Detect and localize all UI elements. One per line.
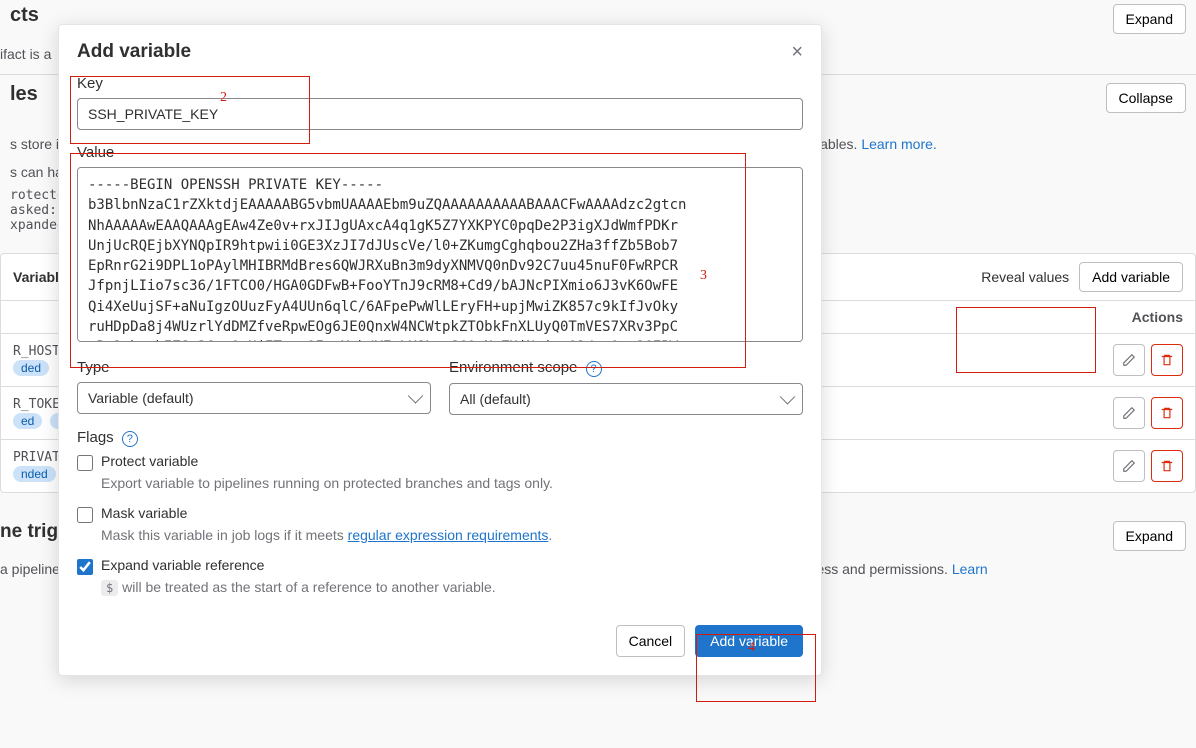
env-scope-label-text: Environment scope <box>449 359 577 376</box>
mask-checkbox[interactable] <box>77 507 93 523</box>
value-textarea[interactable] <box>77 167 803 342</box>
mask-desc-prefix: Mask this variable in job logs if it mee… <box>101 527 348 543</box>
key-input[interactable] <box>77 98 803 130</box>
expand-desc-text: will be treated as the start of a refere… <box>118 579 495 595</box>
expand-checkbox[interactable] <box>77 559 93 575</box>
protect-checkbox[interactable] <box>77 455 93 471</box>
env-scope-select[interactable]: All (default) <box>449 383 803 415</box>
mask-regex-link[interactable]: regular expression requirements <box>348 527 549 543</box>
submit-add-variable-button[interactable]: Add variable <box>695 625 803 657</box>
help-icon[interactable]: ? <box>122 431 138 447</box>
close-button[interactable]: × <box>791 42 803 62</box>
dollar-code: $ <box>101 580 118 596</box>
env-scope-label: Environment scope ? <box>449 359 803 377</box>
cancel-button[interactable]: Cancel <box>616 625 686 657</box>
help-icon[interactable]: ? <box>586 361 602 377</box>
close-icon: × <box>791 41 803 63</box>
key-label: Key <box>77 75 803 92</box>
protect-desc: Export variable to pipelines running on … <box>101 475 803 491</box>
flags-label-text: Flags <box>77 429 114 446</box>
value-label: Value <box>77 144 803 161</box>
flags-label: Flags ? <box>77 429 803 447</box>
mask-label: Mask variable <box>101 505 187 521</box>
mask-desc: Mask this variable in job logs if it mee… <box>101 527 803 543</box>
expand-label: Expand variable reference <box>101 557 264 573</box>
modal-title: Add variable <box>77 41 191 63</box>
expand-desc: $ will be treated as the start of a refe… <box>101 579 803 595</box>
add-variable-modal: Add variable × Key Value Type Variable (… <box>58 24 822 676</box>
protect-label: Protect variable <box>101 453 198 469</box>
type-select[interactable]: Variable (default) <box>77 382 431 414</box>
type-label: Type <box>77 359 431 376</box>
